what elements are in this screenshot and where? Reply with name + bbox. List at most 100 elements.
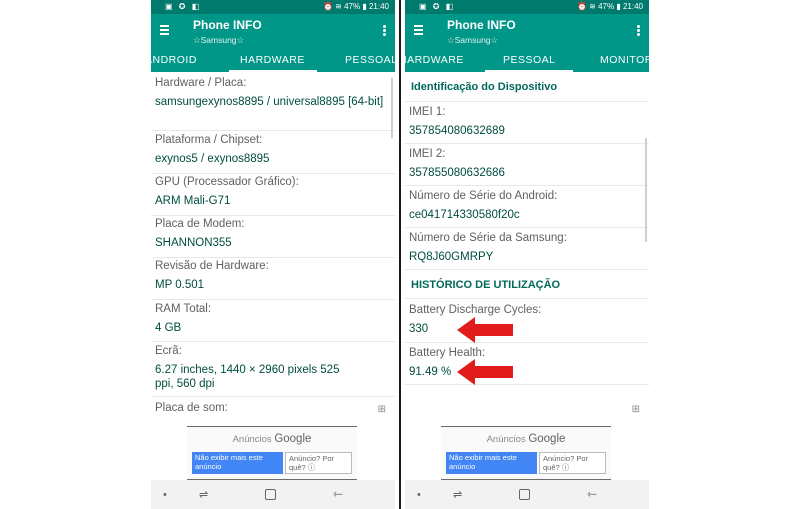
status-bar: ▣ ✪ ◧ ⏰ ≋ 47% ▮ 21:40 — [405, 0, 649, 14]
item-value: 6.27 inches, 1440 × 2960 pixels 525 ppi,… — [155, 364, 340, 390]
hamburger-menu-icon[interactable] — [160, 25, 169, 35]
item-label: Battery Discharge Cycles: — [409, 304, 542, 316]
divider — [405, 101, 649, 102]
back-icon[interactable]: ⇽ — [587, 487, 597, 501]
notification-icons: ▣ ✪ ◧ — [165, 2, 202, 11]
ad-banner[interactable]: Anúncios Google Não exibir mais este anú… — [441, 426, 611, 480]
tab-hardware[interactable]: HARDWARE — [405, 54, 464, 66]
list-item: Ecrã: 6.27 inches, 1440 × 2960 pixels 52… — [155, 344, 385, 391]
divider — [405, 298, 649, 299]
divider — [151, 130, 395, 131]
item-label: IMEI 2: — [409, 148, 446, 160]
item-label: Hardware / Placa: — [155, 77, 247, 89]
why-ad-button[interactable]: Anúncio? Por quê? ⓘ — [539, 452, 606, 474]
hamburger-menu-icon[interactable] — [414, 25, 423, 35]
divider — [405, 143, 649, 144]
nav-dot-icon[interactable]: • — [163, 489, 167, 501]
list-item: Placa de som: — [155, 401, 385, 415]
grid-icon[interactable]: ⊞ — [632, 404, 640, 415]
more-options-icon[interactable] — [637, 25, 641, 37]
item-value: ce041714330580f20c — [409, 209, 520, 221]
app-subtitle: ☆Samsung☆ — [447, 35, 499, 45]
divider — [405, 269, 649, 270]
section-header-device: Identificação do Dispositivo — [411, 81, 558, 93]
ad-label: Anúncios — [486, 434, 526, 445]
item-value: 4 GB — [155, 322, 182, 334]
item-label: GPU (Processador Gráfico): — [155, 176, 299, 188]
item-label: IMEI 1: — [409, 106, 446, 118]
navigation-bar: • ⇌ ⇽ — [405, 480, 649, 509]
divider — [151, 299, 395, 300]
list-item: IMEI 1: 357854080632689 — [409, 105, 639, 138]
google-logo: Google — [528, 433, 566, 445]
app-title: Phone INFO — [193, 18, 262, 32]
more-options-icon[interactable] — [383, 25, 387, 37]
list-item: Revisão de Hardware: MP 0.501 — [155, 259, 385, 292]
personal-list: Identificação do Dispositivo IMEI 1: 357… — [405, 72, 649, 426]
tab-android[interactable]: ANDROID — [151, 54, 197, 66]
item-value: SHANNON355 — [155, 237, 232, 249]
phone-screen-hardware: ▣ ✪ ◧ ⏰ ≋ 47% ▮ 21:40 Phone INFO ☆Samsun… — [151, 0, 395, 509]
item-label: Placa de som: — [155, 402, 228, 414]
google-logo: Google — [274, 433, 312, 445]
notification-icons: ▣ ✪ ◧ — [419, 2, 456, 11]
item-label: Plataforma / Chipset: — [155, 134, 263, 146]
tab-bar: ANDROID HARDWARE PESSOAL — [151, 48, 395, 72]
why-ad-button[interactable]: Anúncio? Por quê? ⓘ — [285, 452, 352, 474]
image-divider — [399, 0, 401, 509]
tab-monitor[interactable]: MONITOR — [600, 54, 649, 66]
hardware-list: Hardware / Placa: samsungexynos8895 / un… — [151, 72, 395, 426]
scrollbar[interactable] — [645, 138, 647, 242]
list-item: Número de Série do Android: ce0417143305… — [409, 189, 639, 222]
divider — [151, 173, 395, 174]
item-value: 357855080632686 — [409, 167, 505, 179]
list-item: Battery Discharge Cycles: 330 — [409, 303, 639, 336]
red-arrow-icon — [457, 317, 513, 343]
nav-dot-icon[interactable]: • — [417, 489, 421, 501]
home-icon[interactable] — [519, 489, 530, 500]
divider — [151, 257, 395, 258]
app-bar: Phone INFO ☆Samsung☆ — [405, 14, 649, 48]
list-item: Battery Health: 91.49 % — [409, 346, 639, 379]
divider — [151, 341, 395, 342]
list-item: RAM Total: 4 GB — [155, 302, 385, 335]
scrollbar[interactable] — [391, 78, 393, 138]
stop-ad-button[interactable]: Não exibir mais este anúncio — [192, 452, 283, 474]
tab-pessoal[interactable]: PESSOAL — [345, 54, 395, 66]
list-item: Placa de Modem: SHANNON355 — [155, 217, 385, 250]
recent-apps-icon[interactable]: ⇌ — [199, 488, 208, 501]
grid-icon[interactable]: ⊞ — [378, 404, 386, 415]
item-label: Número de Série do Android: — [409, 190, 558, 202]
tab-pessoal[interactable]: PESSOAL — [503, 54, 556, 66]
list-item: Hardware / Placa: samsungexynos8895 / un… — [155, 76, 385, 109]
item-value: exynos5 / exynos8895 — [155, 153, 270, 165]
divider — [405, 227, 649, 228]
stop-ad-button[interactable]: Não exibir mais este anúncio — [446, 452, 537, 474]
item-value: RQ8J60GMRPY — [409, 251, 494, 263]
tab-hardware[interactable]: HARDWARE — [240, 54, 305, 66]
status-bar: ▣ ✪ ◧ ⏰ ≋ 47% ▮ 21:40 — [151, 0, 395, 14]
section-header-usage: HISTÓRICO DE UTILIZAÇÃO — [411, 279, 561, 291]
app-bar: Phone INFO ☆Samsung☆ — [151, 14, 395, 48]
list-item: IMEI 2: 357855080632686 — [409, 147, 639, 180]
phone-screen-personal: ▣ ✪ ◧ ⏰ ≋ 47% ▮ 21:40 Phone INFO ☆Samsun… — [405, 0, 649, 509]
ad-banner[interactable]: Anúncios Google Não exibir mais este anú… — [187, 426, 357, 480]
item-label: Placa de Modem: — [155, 218, 245, 230]
ad-label: Anúncios — [232, 434, 272, 445]
list-item: GPU (Processador Gráfico): ARM Mali-G71 — [155, 175, 385, 208]
list-item: Plataforma / Chipset: exynos5 / exynos88… — [155, 133, 385, 166]
item-value: samsungexynos8895 / universal8895 [64-bi… — [155, 96, 384, 108]
item-value: ARM Mali-G71 — [155, 195, 231, 207]
list-item: Número de Série da Samsung: RQ8J60GMRPY — [409, 231, 639, 264]
home-icon[interactable] — [265, 489, 276, 500]
divider — [405, 185, 649, 186]
back-icon[interactable]: ⇽ — [333, 487, 343, 501]
item-label: Ecrã: — [155, 345, 182, 357]
item-value: 357854080632689 — [409, 125, 505, 137]
item-label: Número de Série da Samsung: — [409, 232, 567, 244]
navigation-bar: • ⇌ ⇽ — [151, 480, 395, 509]
battery-cycles-value: 330 — [409, 323, 429, 335]
tab-bar: HARDWARE PESSOAL MONITOR — [405, 48, 649, 72]
recent-apps-icon[interactable]: ⇌ — [453, 488, 462, 501]
item-label: Battery Health: — [409, 347, 486, 359]
